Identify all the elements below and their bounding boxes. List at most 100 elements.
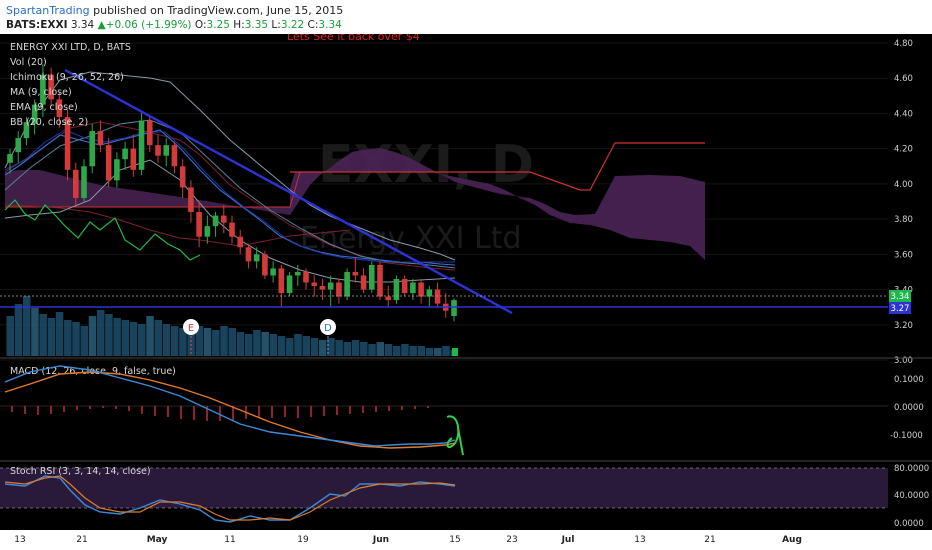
candle-39 [327, 282, 334, 290]
change-value: +0.06 (+1.99%) [105, 19, 192, 31]
volume-bar-2 [22, 296, 31, 356]
candle-0 [7, 153, 13, 163]
stoch-tick-3: 0.0000 [894, 519, 924, 529]
candle-37 [311, 282, 318, 287]
candle-20 [171, 145, 178, 167]
stoch-tick-1: 80.0000 [894, 464, 929, 474]
candle-9 [81, 166, 87, 198]
volume-bar-3 [31, 308, 39, 356]
time-tick-3: 11 [224, 535, 235, 545]
price-tick-5: 3.80 [894, 215, 913, 225]
legend-bb[interactable]: BB (20, close, 2) [10, 117, 88, 128]
volume-bar-38 [318, 340, 327, 356]
candle-35 [294, 271, 301, 276]
low-value: 3.22 [280, 19, 305, 31]
published-text: published on TradingView.com, June 15, 2… [93, 4, 344, 17]
volume-bar-47 [392, 346, 401, 356]
volume-bar-7 [64, 320, 72, 356]
legend-ema[interactable]: EMA (9, close) [10, 102, 78, 113]
open-value: 3.25 [206, 19, 230, 31]
volume-bar-0 [6, 316, 14, 356]
close-value: 3.34 [318, 19, 342, 31]
candle-19 [163, 145, 170, 156]
ohlc-line: BATS:EXXI 3.34 ▲+0.06 (+1.99%) O:3.25 H:… [6, 19, 342, 31]
volume-bar-6 [55, 312, 64, 356]
volume-bar-19 [162, 324, 171, 356]
volume-bar-28 [236, 332, 245, 356]
legend-ma[interactable]: MA (9, close) [10, 87, 72, 98]
time-tick-7: 23 [506, 535, 517, 545]
candle-23 [196, 212, 202, 237]
candle-45 [377, 264, 383, 297]
volume-bar-51 [425, 348, 434, 356]
volume-bar-52 [434, 348, 442, 356]
candle-26 [220, 215, 227, 223]
volume-bar-41 [343, 342, 352, 356]
macd-tick-2: 0.0000 [894, 403, 924, 413]
time-tick-1: 21 [76, 535, 87, 545]
volume-bar-45 [376, 342, 384, 356]
candle-52 [434, 289, 441, 304]
legend-ichimoku[interactable]: Ichimoku (9, 26, 52, 26) [10, 72, 124, 83]
last-price-badge-text: 3.34 [891, 292, 910, 302]
time-tick-5: Jun [372, 535, 389, 545]
candle-30 [253, 254, 260, 262]
volume-bar-24 [203, 328, 212, 356]
candle-40 [336, 282, 342, 297]
legend-volume[interactable]: Vol (20) [10, 57, 47, 68]
time-tick-8: Jul [561, 535, 575, 545]
chart-canvas[interactable]: EXXI, D Energy XXI Ltd Lets See it back … [0, 34, 932, 550]
volume-bar-5 [47, 318, 56, 356]
candle-10 [89, 131, 96, 167]
time-tick-9: 13 [634, 535, 645, 545]
volume-bar-20 [170, 326, 179, 356]
chart-header: SpartanTrading published on TradingView.… [0, 0, 932, 34]
candle-49 [410, 282, 416, 294]
price-tick-8: 3.20 [894, 321, 913, 331]
price-tick-4: 4.00 [894, 180, 913, 190]
time-tick-2: May [147, 535, 168, 545]
volume-bar-30 [253, 330, 261, 356]
price-tick-1: 4.60 [894, 74, 913, 84]
volume-bar-29 [244, 334, 253, 356]
volume-bar-31 [261, 332, 269, 356]
time-tick-11: Aug [782, 535, 802, 545]
volume-bar-last [452, 348, 458, 356]
candle-14 [122, 148, 128, 160]
macd-tick-1: 0.1000 [894, 375, 924, 385]
price-tick-6: 3.60 [894, 250, 913, 260]
time-tick-10: 21 [704, 535, 715, 545]
open-label: O: [194, 19, 207, 31]
candle-12 [105, 145, 112, 181]
candle-50 [418, 282, 424, 297]
time-tick-6: 15 [449, 535, 460, 545]
candle-24 [204, 226, 211, 237]
candle-54 [451, 300, 457, 316]
candle-15 [130, 148, 137, 170]
volume-bar-37 [310, 338, 319, 356]
candle-29 [245, 247, 252, 262]
candle-51 [426, 289, 433, 297]
volume-bar-40 [335, 340, 343, 356]
volume-bar-48 [401, 344, 409, 356]
stoch-label[interactable]: Stoch RSI (3, 3, 14, 14, close) [10, 466, 151, 477]
close-label: C: [307, 19, 319, 31]
candle-43 [360, 275, 367, 290]
price-axis[interactable] [888, 34, 932, 530]
price-tick-2: 4.40 [894, 109, 913, 119]
author-link[interactable]: SpartanTrading [6, 4, 90, 17]
last-price: 3.34 [70, 19, 95, 31]
candle-46 [385, 296, 392, 301]
volume-bar-44 [368, 344, 376, 356]
volume-bar-26 [220, 326, 228, 356]
volume-bar-10 [88, 316, 97, 356]
volume-bar-43 [360, 342, 368, 356]
volume-bar-13 [113, 318, 121, 356]
candle-1 [15, 138, 22, 153]
time-tick-4: 19 [297, 535, 309, 545]
volume-bar-12 [105, 314, 113, 356]
line-price-badge-text: 3.27 [891, 304, 910, 314]
volume-bar-1 [14, 304, 23, 356]
stoch-tick-2: 40.0000 [894, 491, 929, 501]
volume-bar-34 [286, 338, 294, 356]
